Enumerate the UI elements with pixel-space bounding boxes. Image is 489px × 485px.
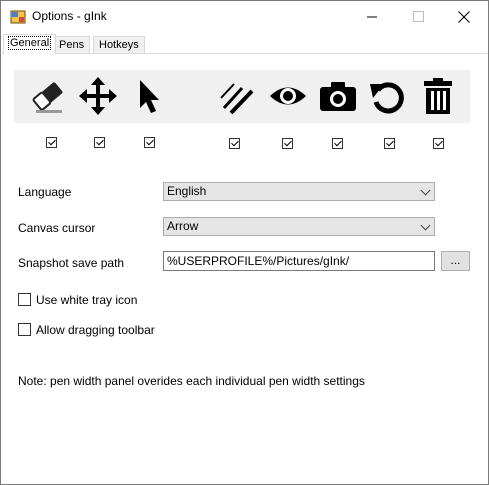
snapshot-path-value: %USERPROFILE%/Pictures/gInk/	[167, 254, 350, 268]
maximize-button[interactable]	[395, 1, 441, 32]
clear-icon	[418, 76, 458, 116]
tab-hotkeys[interactable]: Hotkeys	[93, 36, 145, 54]
language-value: English	[167, 184, 207, 198]
white-tray-label: Use white tray icon	[36, 293, 138, 307]
pen-width-note: Note: pen width panel overides each indi…	[18, 374, 365, 388]
options-window: Options - gInk General Pens Hotkeys Lang…	[0, 0, 489, 485]
pen-width-icon	[216, 76, 256, 116]
snapshot-path-label: Snapshot save path	[18, 256, 125, 270]
chevron-down-icon	[420, 185, 431, 196]
pointer-icon	[128, 76, 168, 116]
drag-toolbar-label: Allow dragging toolbar	[36, 323, 155, 337]
pen-width-enable-checkbox[interactable]	[229, 138, 240, 149]
eraser-enable-checkbox[interactable]	[46, 137, 57, 148]
window-title: Options - gInk	[32, 9, 107, 23]
undo-enable-checkbox[interactable]	[384, 138, 395, 149]
canvas-cursor-value: Arrow	[167, 219, 199, 233]
undo-icon	[368, 76, 408, 116]
white-tray-checkbox[interactable]	[18, 293, 31, 306]
maximize-icon	[412, 11, 424, 22]
eraser-icon	[28, 76, 68, 116]
close-button[interactable]	[441, 1, 487, 32]
tab-general-label: General	[7, 36, 52, 50]
visibility-icon	[268, 76, 308, 116]
pan-icon	[78, 76, 118, 116]
snapshot-path-input[interactable]: %USERPROFILE%/Pictures/gInk/	[163, 251, 435, 271]
visibility-enable-checkbox[interactable]	[282, 138, 293, 149]
tab-general[interactable]: General	[3, 34, 57, 54]
tool-preview-bar	[14, 70, 470, 123]
pan-enable-checkbox[interactable]	[94, 137, 105, 148]
canvas-cursor-label: Canvas cursor	[18, 221, 96, 235]
language-select[interactable]: English	[163, 182, 435, 201]
language-label: Language	[18, 185, 72, 199]
tab-strip: General Pens Hotkeys	[1, 34, 488, 54]
browse-button[interactable]: ...	[441, 251, 470, 271]
app-icon	[10, 9, 26, 25]
general-panel: Language English Canvas cursor Arrow Sna…	[2, 53, 487, 484]
title-bar: Options - gInk	[1, 1, 488, 32]
pointer-enable-checkbox[interactable]	[144, 137, 155, 148]
chevron-down-icon	[420, 220, 431, 231]
snapshot-enable-checkbox[interactable]	[332, 138, 343, 149]
minimize-button[interactable]	[349, 1, 395, 32]
close-icon	[458, 10, 470, 23]
tab-pens-label: Pens	[59, 39, 85, 51]
clear-enable-checkbox[interactable]	[433, 138, 444, 149]
canvas-cursor-select[interactable]: Arrow	[163, 217, 435, 236]
snapshot-icon	[318, 76, 358, 116]
drag-toolbar-checkbox[interactable]	[18, 323, 31, 336]
minimize-icon	[366, 16, 377, 18]
tab-hotkeys-label: Hotkeys	[99, 39, 139, 51]
tab-pens[interactable]: Pens	[53, 36, 91, 54]
